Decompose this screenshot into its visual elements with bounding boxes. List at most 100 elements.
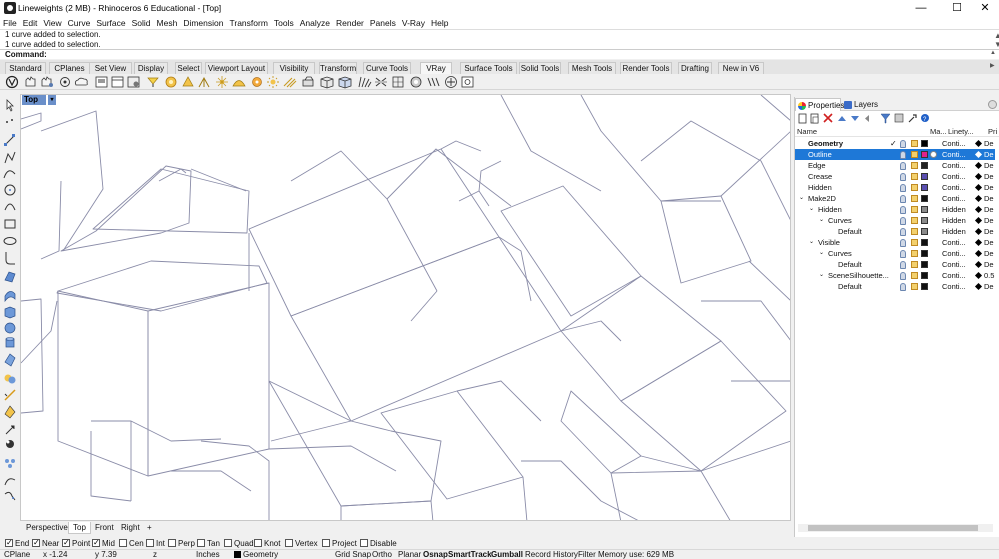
dimension-icon[interactable] (4, 389, 16, 401)
cloud-icon[interactable] (74, 77, 88, 86)
status-toggle-record-history[interactable]: Record History (525, 550, 578, 559)
expand-chevron-icon[interactable]: ⌄ (819, 248, 824, 259)
tab-set-view[interactable]: Set View (89, 62, 132, 74)
tab-cplanes[interactable]: CPlanes (49, 62, 90, 74)
tab-new-in-v6[interactable]: New in V6 (718, 62, 764, 74)
omni-light-icon[interactable] (216, 76, 228, 88)
menu-transform[interactable]: Transform (226, 17, 270, 29)
vray-tools-icon[interactable] (427, 77, 440, 87)
layer-row[interactable]: ⌄ Curves Conti... De (795, 248, 995, 259)
frame-buffer-icon[interactable] (95, 76, 108, 88)
extrude-surface-icon[interactable] (4, 291, 16, 303)
lock-icon[interactable] (911, 140, 918, 147)
lock-icon[interactable] (911, 217, 918, 224)
layer-row[interactable]: ⌄ SceneSilhouette... Conti... 0.5 (795, 270, 995, 281)
layer-row[interactable]: Geometry ✓ Conti... De (795, 138, 995, 149)
command-input[interactable] (46, 51, 991, 59)
layer-color-swatch[interactable] (921, 228, 928, 235)
layer-color-swatch[interactable] (921, 151, 928, 158)
visibility-bulb-icon[interactable] (900, 272, 906, 280)
layer-row[interactable]: ⌄ Curves Hidden De (795, 215, 995, 226)
layer-print-color[interactable]: De (976, 215, 994, 226)
layer-color-swatch[interactable] (921, 239, 928, 246)
menu-dimension[interactable]: Dimension (180, 17, 226, 29)
render-window-icon[interactable] (111, 76, 124, 88)
layer-print-color[interactable]: De (976, 160, 994, 171)
layer-print-color[interactable]: De (976, 226, 994, 237)
visibility-bulb-icon[interactable] (900, 184, 906, 192)
top-viewport[interactable] (20, 94, 791, 521)
layer-linetype[interactable]: Conti... (942, 248, 966, 259)
light-lister-icon[interactable] (147, 77, 159, 87)
help-icon[interactable]: ? (921, 114, 929, 123)
layer-linetype[interactable]: Hidden (942, 226, 966, 237)
layer-print-color[interactable]: De (976, 281, 994, 292)
osnap-tan[interactable]: Tan (197, 539, 220, 548)
expand-chevron-icon[interactable]: ⌄ (809, 204, 814, 215)
osnap-point[interactable]: Point (62, 538, 90, 548)
move-up-icon[interactable] (838, 116, 846, 121)
tab-drafting[interactable]: Drafting (678, 62, 712, 74)
visibility-bulb-icon[interactable] (900, 217, 906, 225)
menu-solid[interactable]: Solid (129, 17, 154, 29)
view-tab-add[interactable]: + (143, 522, 156, 534)
render-preview-icon[interactable] (60, 77, 70, 87)
status-toggle-gumball[interactable]: Gumball (491, 550, 523, 559)
status-layer[interactable]: Geometry (243, 550, 278, 559)
layer-color-swatch[interactable] (921, 261, 928, 268)
minimize-button[interactable]: — (906, 0, 936, 17)
status-toggle-grid-snap[interactable]: Grid Snap (335, 550, 371, 559)
layer-color-swatch[interactable] (921, 272, 928, 279)
column-name[interactable]: Name (797, 127, 817, 136)
hand-icon[interactable] (25, 76, 36, 87)
cylinder-icon[interactable] (5, 337, 15, 348)
osnap-checkbox[interactable] (285, 539, 293, 547)
layer-print-color[interactable]: 0.5 (976, 270, 994, 281)
settings-box-icon[interactable] (461, 76, 474, 88)
column-print[interactable]: Pri (988, 127, 997, 136)
scrollbar-thumb[interactable] (808, 525, 978, 531)
proxy-export-icon[interactable] (338, 76, 352, 89)
layer-color-swatch[interactable] (921, 283, 928, 290)
menu-vray[interactable]: V-Ray (399, 17, 428, 29)
lock-icon[interactable] (911, 283, 918, 290)
spot-light-icon[interactable] (182, 76, 194, 87)
layer-color-swatch[interactable] (921, 206, 928, 213)
menu-surface[interactable]: Surface (93, 17, 128, 29)
visibility-bulb-icon[interactable] (900, 206, 906, 214)
osnap-quad[interactable]: Quad (224, 539, 254, 548)
camera-icon[interactable] (302, 76, 314, 87)
box-icon[interactable] (4, 306, 16, 319)
more-tools-icon[interactable] (4, 491, 16, 501)
osnap-checkbox[interactable] (322, 539, 330, 547)
osnap-checkbox[interactable] (360, 539, 368, 547)
osnap-checkbox[interactable] (146, 539, 154, 547)
tab-select[interactable]: Select (175, 62, 202, 74)
layer-color-swatch[interactable] (921, 140, 928, 147)
expand-chevron-icon[interactable]: ⌄ (809, 237, 814, 248)
osnap-knot[interactable]: Knot (254, 539, 280, 548)
layer-print-color[interactable]: De (976, 237, 994, 248)
layer-print-color[interactable]: De (976, 204, 994, 215)
hatch-icon[interactable] (4, 405, 16, 419)
line-icon[interactable] (4, 134, 15, 146)
mesh-light-icon[interactable] (283, 77, 297, 88)
current-layer-check-icon[interactable]: ✓ (890, 138, 897, 149)
visibility-bulb-icon[interactable] (900, 151, 906, 159)
layer-row[interactable]: ⌄ Visible Conti... De (795, 237, 995, 248)
decal-icon[interactable] (410, 76, 422, 88)
view-tab-perspective[interactable]: Perspective (22, 522, 72, 534)
status-cplane[interactable]: CPlane (4, 550, 30, 559)
status-toggle-ortho[interactable]: Ortho (372, 550, 392, 559)
mesh-icon[interactable] (4, 353, 16, 367)
osnap-checkbox[interactable] (119, 539, 127, 547)
layer-color-swatch[interactable] (921, 184, 928, 191)
asset-editor-icon[interactable] (127, 76, 140, 88)
point-icon[interactable] (6, 119, 13, 123)
material-sphere-icon[interactable] (930, 151, 937, 158)
view-tab-right[interactable]: Right (117, 522, 144, 534)
layer-linetype[interactable]: Conti... (942, 193, 966, 204)
osnap-end[interactable]: End (5, 538, 29, 548)
layer-color-swatch[interactable] (921, 250, 928, 257)
layer-linetype[interactable]: Conti... (942, 182, 966, 193)
